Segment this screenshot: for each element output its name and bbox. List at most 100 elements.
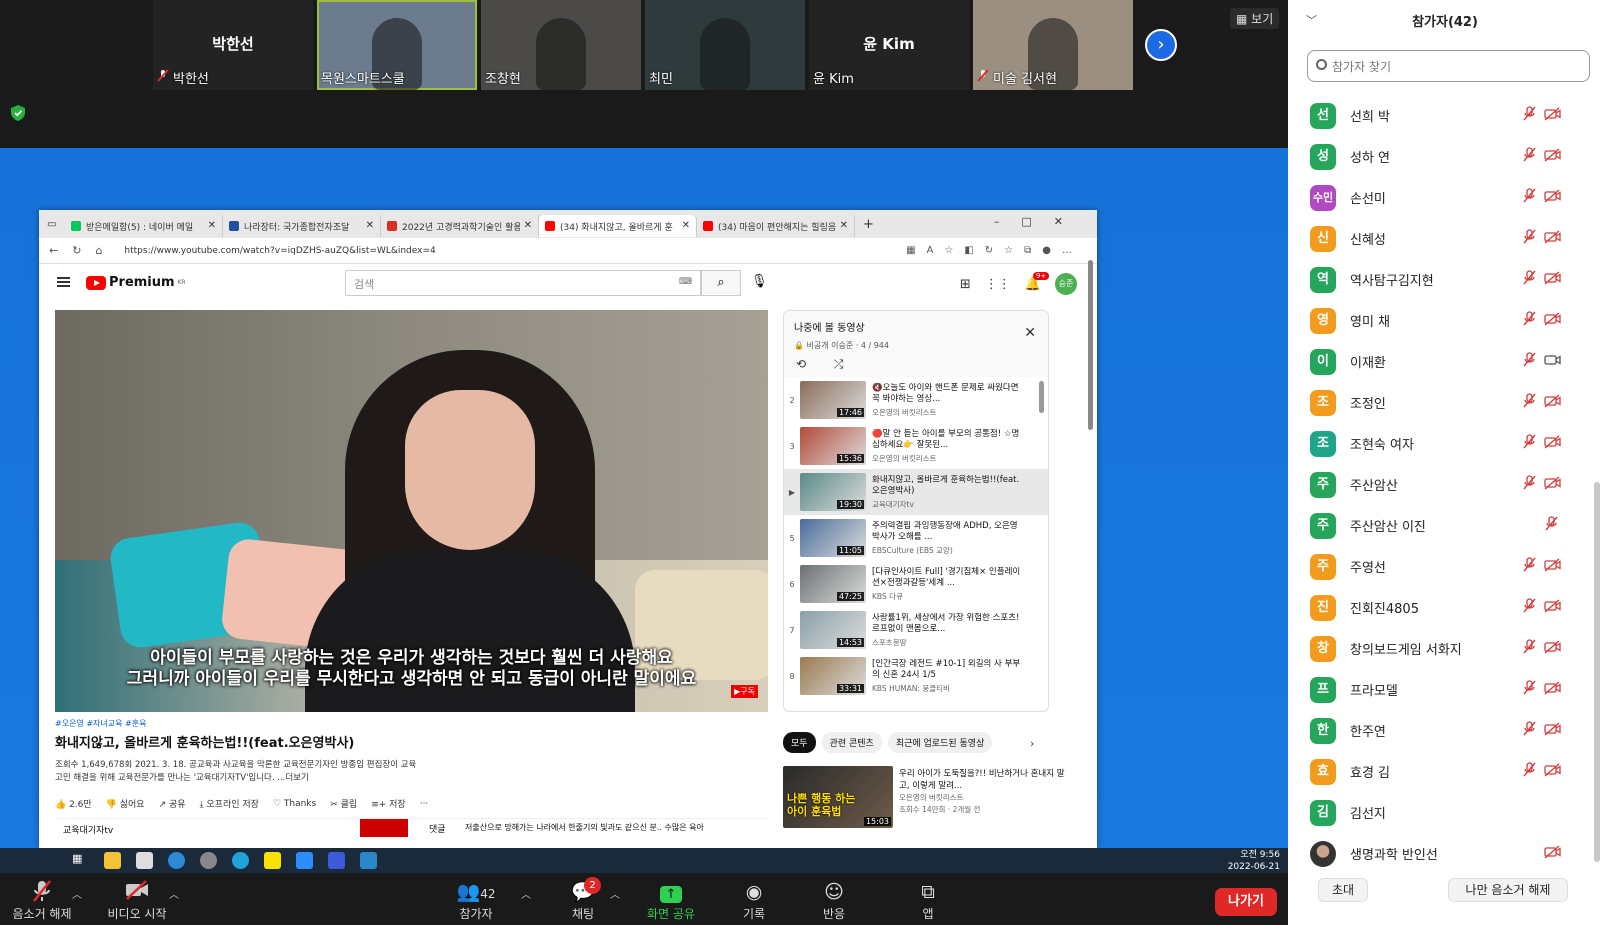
reload-icon[interactable]: ↻ [72,244,81,257]
youtube-logo[interactable]: Premium KR [86,275,186,290]
participant-search-input[interactable]: 참가자 찾기 [1307,50,1590,82]
ie-icon[interactable] [168,852,185,869]
participant-row[interactable]: 선 선희 박 [1288,95,1588,136]
kakaotalk-icon[interactable] [264,852,281,869]
url-field[interactable]: https://www.youtube.com/watch?v=iqDZHS-a… [124,246,435,256]
apps-button[interactable]: ⧉ 앱 [912,879,944,922]
channel-name[interactable]: 교육대기자tv [63,823,113,836]
app-icon[interactable] [360,852,377,869]
unmute-button[interactable]: 음소거 해제 [10,879,74,922]
participant-row[interactable]: 조 조정인 [1288,382,1588,423]
leave-button[interactable]: 나가기 [1215,888,1277,916]
video-action-button[interactable]: ✂ 클립 [330,797,357,810]
close-icon[interactable]: ✕ [1024,325,1036,341]
video-tile[interactable]: 조창현 [481,0,641,90]
avatar[interactable]: 승준 [1055,273,1077,295]
participant-row[interactable]: 이 이재환 [1288,341,1588,382]
participant-row[interactable]: 주 주영선 [1288,546,1588,587]
apps-icon[interactable]: ⋮⋮ [985,277,1011,292]
participants-button[interactable]: 👥42 참가자 [450,879,502,922]
subscribe-button[interactable] [360,819,408,837]
chevron-up-icon[interactable]: ︿ [169,886,179,901]
video-tile[interactable]: 최민 [645,0,805,90]
window-controls[interactable]: –□✕ [994,215,1085,228]
filter-chip[interactable]: 모두 [783,732,816,753]
video-description[interactable]: 조회수 1,649,678회 2021. 3. 18. 공교육과 사교육을 막론… [55,759,768,785]
search-button[interactable]: ⌕ [701,270,741,296]
start-video-button[interactable]: 비디오 시작 [102,879,172,922]
playlist-scrollbar[interactable] [1039,381,1044,413]
bell-icon[interactable]: 🔔 9+ [1025,271,1050,292]
unmute-me-button[interactable]: 나만 음소거 해제 [1448,878,1568,902]
page-scrollbar[interactable] [1088,260,1093,430]
participant-row[interactable]: 한 한주연 [1288,710,1588,751]
app-icon[interactable] [328,852,345,869]
video-player[interactable]: 아이들이 부모를 사랑하는 것은 우리가 생각하는 것보다 훨씬 더 사랑해요 … [55,310,768,712]
video-action-button[interactable]: ··· [420,799,429,809]
close-tab-icon[interactable]: ✕ [682,220,690,231]
browser-tab[interactable]: 나라장터: 국가종합전자조달 ✕ [223,215,381,237]
view-button[interactable]: ▦ 보기 [1230,8,1280,29]
video-action-button[interactable]: ♡ Thanks [273,799,316,809]
create-icon[interactable]: ⊞ [960,277,971,292]
recommended-video[interactable]: 나쁜 행동 하는 아이 훈육법 15:03 우리 아이가 도둑질을?!! 비난하… [783,766,1073,832]
video-tile[interactable]: 미술 김서현 [973,0,1133,90]
playlist-item[interactable]: 5 11:05 주의력결핍 과잉행동장애 ADHD, 오은영 박사가 오해를 ...… [784,515,1048,561]
video-tile[interactable]: 윤 Kim 윤 Kim [809,0,969,90]
browser-tab[interactable]: 받은메일함(5) : 네이버 메일 ✕ [65,215,223,237]
task-view-icon[interactable]: ▦ [72,852,89,869]
share-screen-button[interactable]: ↑ 화면 공유 [636,879,706,922]
playlist-item[interactable]: 3 15:36 🔴말 안 듣는 아이를 부모의 공통점! ☆명심하세요👉 잘못된..… [784,423,1048,469]
video-tags[interactable]: #오은영 #자녀교육 #훈육 [55,718,768,729]
search-input[interactable]: 검색 ⌨ [345,270,701,296]
filter-chip[interactable]: 관련 콘텐츠 [821,732,882,753]
chevron-right-icon[interactable]: › [1030,737,1034,750]
participant-row[interactable]: 영 영미 채 [1288,300,1588,341]
participant-row[interactable]: 주 주산암산 이진 [1288,505,1588,546]
edge-icon[interactable] [232,852,249,869]
video-action-button[interactable]: ↗ 공유 [159,797,186,810]
participant-row[interactable]: 김 김선지 [1288,792,1588,833]
playlist-item[interactable]: 2 17:46 🔇오늘도 아이와 핸드폰 문제로 싸웠다면 꼭 봐야하는 영상...… [784,377,1048,423]
participant-row[interactable]: 신 신혜성 [1288,218,1588,259]
invite-button[interactable]: 초대 [1318,878,1368,902]
participant-row[interactable]: 조 조현숙 여자 [1288,423,1588,464]
playlist-title[interactable]: 나중에 볼 동영상 [794,319,1038,334]
toolbar-icons[interactable]: ▦A☆◧↻☆⧉●… [906,245,1083,256]
zoom-icon[interactable] [296,852,313,869]
panel-scrollbar[interactable] [1594,482,1600,862]
shield-icon[interactable] [11,105,25,121]
taskbar-clock[interactable]: 오전 9:56 2022-06-21 [1228,849,1280,873]
participant-row[interactable]: 진 진회진4805 [1288,587,1588,628]
close-tab-icon[interactable]: ✕ [840,220,848,231]
chevron-up-icon[interactable]: ︿ [521,886,531,901]
video-action-button[interactable]: 👎 싫어요 [106,797,145,810]
playlist-item[interactable]: ▶ 19:30 화내지않고, 올바르게 훈육하는법!!(feat.오은영박사) 교육대… [784,469,1048,515]
rec-thumbnail[interactable]: 나쁜 행동 하는 아이 훈육법 15:03 [783,766,893,828]
participant-row[interactable]: 역 역사탐구김지현 [1288,259,1588,300]
video-action-button[interactable]: 👍 2.6만 [55,797,92,810]
close-tab-icon[interactable]: ✕ [208,220,216,231]
video-action-button[interactable]: ≡+ 저장 [371,797,406,810]
browser-tab[interactable]: 2022년 고경력과학기술인 활용 ✕ [381,215,539,237]
new-tab-button[interactable]: + [863,217,874,232]
participant-row[interactable]: 효 효경 김 [1288,751,1588,792]
browser-tab[interactable]: (34) 마음이 편안해지는 힐링음 ✕ [697,215,855,237]
playlist-item[interactable]: 6 47:25 [다큐인사이트 Full] '경기침체× 인플레이션×전쟁과갈등'세… [784,561,1048,607]
playlist-item[interactable]: 7 14:53 사랑률1위, 세상에서 가장 위험한 스포츠! 르프없이 맨몸으로.… [784,607,1048,653]
app-icon[interactable] [200,852,217,869]
record-button[interactable]: ◉ 기록 [733,879,775,922]
file-explorer-icon[interactable] [104,852,121,869]
voice-search-icon[interactable]: 🎙 [751,274,768,289]
chevron-up-icon[interactable]: ︿ [610,886,620,901]
close-tab-icon[interactable]: ✕ [524,220,532,231]
tab-actions-icon[interactable]: ▭ [47,219,65,230]
menu-icon[interactable] [57,277,70,287]
browser-tab[interactable]: (34) 화내지않고, 올바르게 훈 ✕ [539,215,697,237]
playlist-controls[interactable]: ⟲ ⤮ [796,357,855,372]
participant-row[interactable]: 주 주산암산 [1288,464,1588,505]
home-icon[interactable]: ⌂ [95,244,102,257]
back-icon[interactable]: ← [49,244,58,257]
video-tile[interactable]: 박한선 박한선 [153,0,313,90]
reactions-button[interactable]: ☺ 반응 [814,879,854,922]
